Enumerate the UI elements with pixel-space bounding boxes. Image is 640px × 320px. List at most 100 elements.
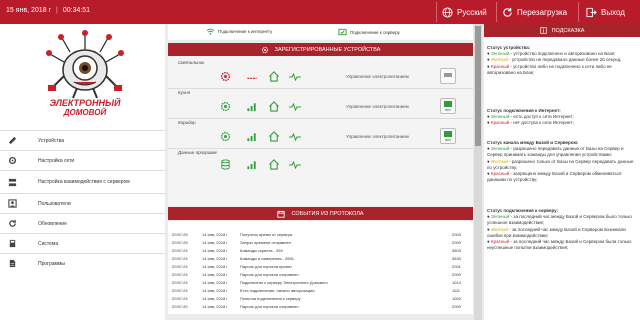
power-toggle-on-indicator [444, 101, 452, 107]
event-time: 20:57:25 [172, 232, 188, 237]
menu-item-programs[interactable]: Программы [0, 253, 165, 273]
pulse-icon [289, 103, 301, 111]
menu-item-label: Система [38, 240, 59, 247]
event-date: 14 янв, 2018 г [202, 240, 228, 245]
event-row: 20:57:25 14 янв, 2018 г Получено время от … [168, 231, 473, 238]
event-time: 20:57:24 [172, 272, 188, 277]
hint-section-title: Статус устройства: [487, 45, 531, 50]
hint-green-word: Зеленый [490, 146, 510, 152]
event-text: Команды и измерения - 2651 [240, 256, 294, 261]
menu-item-users[interactable]: Пользователи [0, 193, 165, 213]
server-status-label: Подключение к серверу [350, 29, 400, 35]
scrollbar-thumb[interactable] [475, 26, 481, 146]
hint-text: - нет доступа к сети Интернет; [509, 120, 574, 126]
hint-device-status: Статус устройства: ● Зеленый - устройств… [487, 45, 622, 75]
power-toggle-label: ВКЛ [445, 108, 451, 112]
current-date: 15 янв, 2018 г [6, 7, 52, 14]
update-icon [9, 219, 16, 227]
main-menu: Устройства Настройка сети Настройка взаи… [0, 130, 165, 273]
wifi-icon [206, 28, 215, 35]
menu-item-update[interactable]: Обновление [0, 213, 165, 233]
signal-bars-icon [247, 103, 256, 112]
event-code: 2000 [452, 240, 461, 245]
event-date: 14 янв, 2018 г [202, 256, 228, 261]
hint-server-status: Статус подключения к серверу: ● Зеленый … [487, 208, 632, 251]
devices-list: Светильник Управление электропитанием Ку… [168, 56, 473, 206]
hint-red-word: Красный [490, 239, 510, 245]
hint-text: - за последний час между Базой и Серверо… [487, 214, 632, 226]
calendar-icon [277, 210, 286, 218]
menu-item-label: Устройства [38, 137, 65, 144]
hint-text: - за последний час между Базой и Серверо… [487, 239, 632, 251]
event-time: 20:57:24 [172, 264, 188, 269]
hint-internet-status: Статус подключения к Интернет: ● Зеленый… [487, 108, 574, 126]
reboot-label: Перезагрузка [517, 7, 568, 17]
event-text: Пароль для портала отправлен [240, 272, 299, 277]
device-row[interactable]: Кухня Управление электропитанием ВКЛ [168, 88, 473, 119]
pulse-icon [289, 161, 301, 169]
system-icon [9, 239, 16, 248]
event-row: 20:57:24 14 янв, 2018 г Попытка подключени… [168, 295, 473, 302]
logo-text-line2: ДОМОВОЙ [63, 108, 107, 117]
event-time: 20:57:24 [172, 296, 188, 301]
main-content: Подключение к интернету Подключение к се… [168, 24, 473, 320]
hint-yellow-word: Желтый [490, 226, 508, 232]
menu-item-server-settings[interactable]: Настройка взаимодействия с сервером [0, 170, 165, 193]
menu-item-label: Настройка взаимодействия с сервером [38, 179, 130, 185]
event-row: 20:57:24 14 янв, 2018 г Есть подключение, … [168, 287, 473, 294]
devices-icon [8, 136, 17, 145]
divider [578, 2, 579, 22]
events-log: 20:57:25 14 янв, 2018 г Получено время от … [168, 221, 473, 314]
programs-icon [9, 259, 16, 268]
device-status-gear-icon [220, 71, 231, 82]
menu-item-system[interactable]: Система [0, 233, 165, 253]
hint-text: - устройство не передавало данные более … [507, 57, 622, 63]
event-text: Есть подключение, начало авторизации [240, 288, 315, 293]
exit-button[interactable]: Выход [586, 4, 625, 20]
hint-section-title: Статус подключения к серверу: [487, 208, 559, 213]
menu-item-devices[interactable]: Устройства [0, 130, 165, 150]
event-code: 2001 [452, 264, 461, 269]
device-row[interactable]: Светильник Управление электропитанием [168, 58, 473, 89]
refresh-icon [503, 7, 512, 17]
device-row[interactable]: Коридор Управление электропитанием ВКЛ [168, 118, 473, 149]
signal-bars-icon [247, 133, 256, 142]
power-toggle-on-indicator [444, 131, 452, 137]
hint-text: - разрешено только от Базы на Сервер пер… [487, 158, 634, 170]
event-code: 1111 [452, 288, 461, 293]
power-toggle-button[interactable] [440, 68, 456, 84]
network-icon [8, 156, 17, 165]
events-panel-title: СОБЫТИЯ ИЗ ПРОТОКОЛА [291, 210, 364, 217]
reboot-button[interactable]: Перезагрузка [502, 4, 567, 20]
event-date: 14 янв, 2018 г [202, 296, 228, 301]
event-row: 20:57:25 14 янв, 2018 г Запрос времени отп… [168, 239, 473, 246]
server-icon [8, 178, 17, 187]
home-icon [269, 131, 279, 142]
menu-item-network-settings[interactable]: Настройка сети [0, 150, 165, 170]
hint-green-word: Зеленый [490, 51, 510, 57]
logout-icon [586, 7, 597, 17]
signal-dash-icon [247, 77, 257, 79]
hint-green-word: Зеленый [490, 114, 510, 120]
language-label: Русский [457, 7, 487, 17]
top-bar: 15 янв, 2018 г | 00:34:51 Русский Переза… [0, 0, 640, 24]
power-toggle-button[interactable]: ВКЛ [440, 98, 456, 114]
hint-red-word: Красный [490, 171, 510, 177]
event-code: 3533 [452, 256, 461, 261]
event-row: 20:57:24 14 янв, 2018 г Пароль для портала… [168, 263, 473, 270]
event-row: 20:57:20 14 янв, 2018 г Пароль для портала… [168, 303, 473, 310]
content-scrollbar[interactable] [474, 24, 482, 320]
event-time: 20:57:20 [172, 304, 188, 309]
pulse-icon [289, 133, 301, 141]
hint-text: - за последний час между Базой и Серверо… [487, 226, 626, 238]
device-row[interactable]: Данные программ [168, 148, 473, 178]
signal-bars-icon [247, 161, 256, 170]
hint-panel-header: ПОДСКАЗКА [484, 24, 640, 37]
language-button[interactable]: Русский [442, 4, 487, 20]
event-date: 14 янв, 2018 г [202, 304, 228, 309]
devices-panel-title: ЗАРЕГИСТРИРОВАННЫЕ УСТРОЙСТВА [274, 46, 381, 53]
hint-yellow-word: Желтый [490, 158, 508, 164]
power-toggle-button[interactable]: ВКЛ [440, 128, 456, 144]
event-date: 14 янв, 2018 г [202, 248, 228, 253]
home-icon [269, 159, 279, 170]
